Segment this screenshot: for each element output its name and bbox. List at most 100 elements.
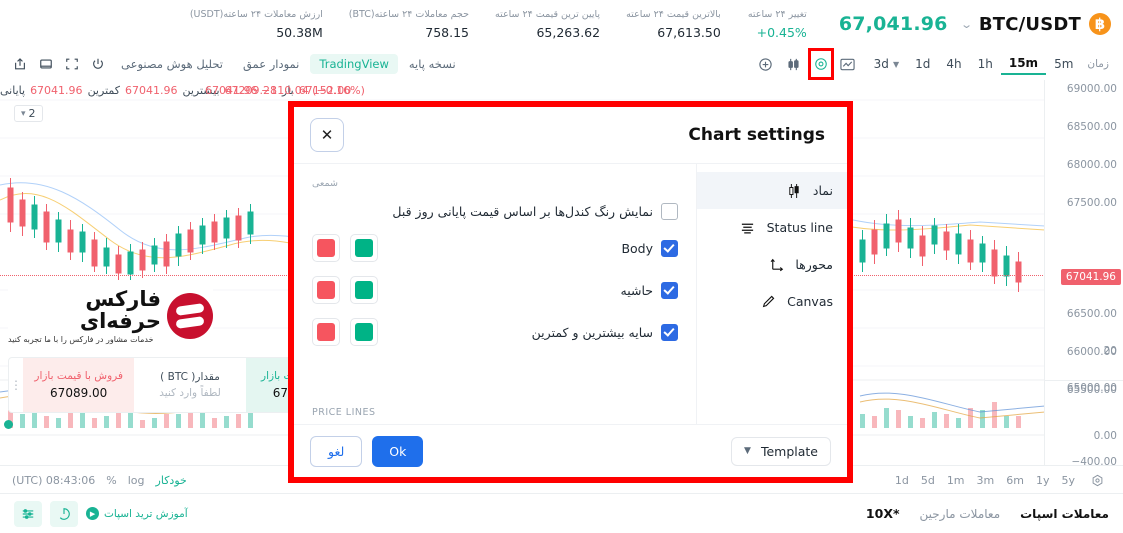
- checkbox-prev-close-color[interactable]: [661, 203, 678, 220]
- percent-scale-button[interactable]: %: [106, 474, 116, 487]
- trade-mode-tabs: معاملات اسپات معاملات مارجین 10X*: [866, 506, 1123, 521]
- stat-label: بالاترین قیمت ۲۴ ساعته: [626, 8, 721, 20]
- share-icon[interactable]: [8, 53, 32, 75]
- price-tick: 68500.00: [1066, 121, 1117, 133]
- stat-label: حجم معاملات ۲۴ ساعته(BTC): [348, 8, 469, 20]
- stat-label: تغییر ۲۴ ساعته: [747, 8, 807, 20]
- close-icon[interactable]: ✕: [310, 118, 344, 152]
- settings-sliders-icon[interactable]: [14, 500, 42, 527]
- tab-margin-trading[interactable]: معاملات مارجین: [920, 507, 1001, 521]
- chip-tradingview[interactable]: TradingView: [310, 54, 398, 74]
- range-5y[interactable]: 5y: [1061, 474, 1075, 487]
- chart-settings-dialog: Chart settings ✕ نماد Status line محورها…: [294, 107, 847, 477]
- template-dropdown[interactable]: Template ▼: [731, 436, 831, 466]
- compare-icon[interactable]: [783, 53, 805, 75]
- setting-label: سایه بیشترین و کمترین: [531, 324, 653, 340]
- timeframe-5m[interactable]: 5m: [1046, 54, 1081, 74]
- price-tick: 65500.00: [1066, 384, 1117, 396]
- axes-icon: [767, 257, 785, 272]
- setting-row-border: حاشیه: [312, 276, 678, 304]
- chip-basic-version[interactable]: نسخه پایه: [400, 54, 465, 74]
- color-swatch-down[interactable]: [312, 276, 340, 304]
- settings-gear-icon[interactable]: [1087, 470, 1107, 490]
- nav-item-label: Canvas: [787, 294, 833, 309]
- timeframe-4h[interactable]: 4h: [938, 54, 969, 74]
- current-price-tag: 67041.96: [1060, 269, 1121, 285]
- timeframe-more-label: 3d: [873, 57, 889, 71]
- chevron-down-icon[interactable]: ⌄: [960, 18, 973, 31]
- chart-toolbar: زمان 5m 15m 1h 4h 1d 3d ▼ نسخه پایه Trad…: [0, 48, 1123, 81]
- timeframe-1h[interactable]: 1h: [970, 54, 1001, 74]
- timeframe-15m[interactable]: 15m: [1000, 53, 1047, 75]
- chip-ai-analysis[interactable]: تحلیل هوش مصنوعی: [112, 54, 232, 74]
- power-icon[interactable]: [86, 53, 110, 75]
- drag-handle-dot[interactable]: [4, 420, 13, 429]
- axis-scale-controls: خودکار log % (UTC) 08:43:06: [0, 474, 187, 487]
- range-1d[interactable]: 1d: [895, 474, 909, 487]
- nav-item-label: Status line: [766, 220, 833, 235]
- amount-input[interactable]: مقدار( BTC ) لطفاً وارد کنید: [134, 358, 245, 412]
- color-swatch-down[interactable]: [312, 318, 340, 346]
- stat-low-24h: پایین ترین قیمت ۲۴ ساعته 65,263.62: [495, 9, 600, 40]
- color-swatch-up[interactable]: [350, 234, 378, 262]
- chip-depth-chart[interactable]: نمودار عمق: [234, 54, 308, 74]
- stat-value: 65,263.62: [536, 24, 601, 40]
- nav-item-label: محورها: [795, 257, 833, 272]
- setting-row-wick: سایه بیشترین و کمترین: [312, 318, 678, 346]
- color-swatch-up[interactable]: [350, 276, 378, 304]
- sell-price: 67089.00: [50, 386, 108, 400]
- chart-tool-icons: [752, 48, 862, 80]
- setting-row-prev-close-color: نمایش رنگ کندل‌ها بر اساس قیمت پایانی رو…: [312, 203, 678, 220]
- widget-drag-handle[interactable]: ⋮: [9, 358, 23, 412]
- pair-selector[interactable]: ฿ BTC/USDT ⌄ 67,041.96: [833, 13, 1123, 35]
- indicators-icon[interactable]: [755, 53, 777, 75]
- color-swatch-up[interactable]: [350, 318, 378, 346]
- color-swatch-down[interactable]: [312, 234, 340, 262]
- zoom-value: 2: [28, 107, 36, 120]
- chart-zoom-badge[interactable]: ▾ 2: [14, 105, 43, 122]
- timeframe-more[interactable]: 3d ▼: [866, 54, 907, 74]
- border-color-swatches: [312, 276, 378, 304]
- nav-item-symbol[interactable]: نماد: [697, 172, 847, 209]
- checkbox-border[interactable]: [661, 281, 678, 299]
- fullscreen-icon[interactable]: [60, 53, 84, 75]
- sell-market-button[interactable]: فروش با قیمت بازار 67089.00: [23, 358, 135, 412]
- range-3m[interactable]: 3m: [977, 474, 995, 487]
- legend-close-value: 67041.96: [30, 84, 83, 97]
- auto-scale-button[interactable]: خودکار: [156, 474, 187, 487]
- spot-tutorial-link[interactable]: ▶ آموزش ترید اسپات: [86, 507, 188, 520]
- checkbox-wick[interactable]: [661, 323, 678, 341]
- toolbar-left-group: نسخه پایه TradingView نمودار عمق تحلیل ه…: [0, 53, 465, 75]
- nav-item-canvas[interactable]: Canvas: [697, 283, 847, 320]
- price-axis[interactable]: 69000.00 68500.00 68000.00 67500.00 6704…: [1044, 80, 1123, 465]
- section-caption: شمعی: [312, 178, 338, 189]
- nav-item-axes[interactable]: محورها: [697, 246, 847, 283]
- price-tick: 69000.00: [1066, 83, 1117, 95]
- stat-volume-usdt: ارزش معاملات ۲۴ ساعته(USDT) 50.38M: [190, 9, 323, 40]
- wick-color-swatches: [312, 318, 378, 346]
- range-5d[interactable]: 5d: [921, 474, 935, 487]
- timeframe-1d[interactable]: 1d: [907, 54, 938, 74]
- chart-settings-icon[interactable]: [807, 48, 834, 80]
- range-1m[interactable]: 1m: [947, 474, 965, 487]
- stat-high-24h: بالاترین قیمت ۲۴ ساعته 67,613.50: [626, 9, 721, 40]
- utc-clock: (UTC) 08:43:06: [12, 473, 96, 487]
- tab-spot-trading[interactable]: معاملات اسپات: [1020, 507, 1109, 521]
- nav-item-status-line[interactable]: Status line: [697, 209, 847, 246]
- amount-placeholder: لطفاً وارد کنید: [159, 387, 221, 399]
- sell-label: فروش با قیمت بازار: [34, 370, 123, 382]
- range-6m[interactable]: 6m: [1006, 474, 1024, 487]
- checkbox-body[interactable]: [661, 239, 678, 257]
- stat-change-24h: تغییر ۲۴ ساعته +0.45%: [747, 9, 807, 40]
- pie-chart-icon[interactable]: [50, 500, 78, 527]
- ok-button[interactable]: Ok: [372, 435, 424, 467]
- screenshot-icon[interactable]: [34, 53, 58, 75]
- chart-type-icon[interactable]: [837, 53, 859, 75]
- dialog-header: Chart settings ✕: [294, 107, 847, 164]
- range-shortcuts: 5y 1y 6m 3m 1m 5d 1d: [895, 470, 1123, 490]
- candles-left: [7, 178, 254, 282]
- range-1y[interactable]: 1y: [1036, 474, 1050, 487]
- cancel-button[interactable]: لغو: [310, 435, 363, 467]
- timeframe-label: زمان: [1087, 58, 1109, 70]
- log-scale-button[interactable]: log: [128, 474, 145, 487]
